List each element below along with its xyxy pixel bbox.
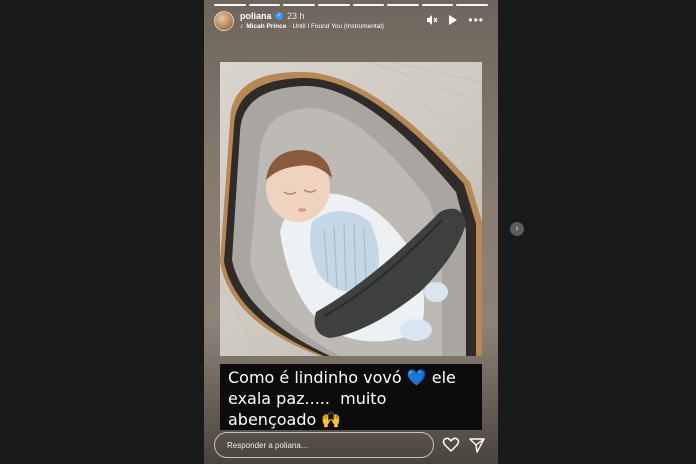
reply-bar[interactable] <box>214 432 434 458</box>
caption-line-3: abençoado 🙌 <box>228 409 474 430</box>
progress-segment <box>421 4 454 6</box>
send-paper-plane-icon[interactable] <box>468 436 486 454</box>
progress-segment <box>317 4 350 6</box>
story-header: poliana ✓ 23 h ♪ Micah Prince · Until I Fou… <box>214 9 488 33</box>
story-caption: Como é lindinho vovó 💙 ele exala paz....… <box>220 364 482 430</box>
music-separator: · <box>288 23 291 30</box>
verified-badge-icon: ✓ <box>275 12 283 20</box>
caption-line-1-text: Como é lindinho vovó <box>228 368 402 387</box>
blue-heart-emoji: 💙 <box>406 368 427 387</box>
heart-icon[interactable] <box>442 436 460 454</box>
progress-segment <box>387 4 419 6</box>
progress-segment <box>283 4 315 6</box>
caption-line-1: Como é lindinho vovó 💙 ele <box>228 367 474 388</box>
speaker-muted-icon[interactable] <box>426 14 438 29</box>
post-time: 23 h <box>287 11 305 21</box>
caption-line-3-text: abençoado <box>228 410 317 429</box>
progress-segment <box>456 4 488 6</box>
play-icon[interactable] <box>448 14 458 30</box>
music-track: Until I Found You (Instrumental) <box>292 23 384 30</box>
music-note-icon: ♪ <box>240 23 244 30</box>
progress-segment <box>352 4 385 6</box>
username[interactable]: poliana <box>240 11 272 21</box>
story-photo <box>220 62 482 356</box>
user-avatar[interactable] <box>214 11 234 31</box>
more-dots-icon[interactable]: ••• <box>468 14 484 26</box>
story-viewer: poliana ✓ 23 h ♪ Micah Prince · Until I Fou… <box>204 0 498 464</box>
story-progress-bar <box>214 4 488 6</box>
music-artist: Micah Prince <box>246 23 287 30</box>
progress-segment <box>214 4 246 6</box>
chevron-right-icon[interactable]: › <box>510 222 524 236</box>
caption-line-1-end: ele <box>431 368 456 387</box>
reply-input[interactable] <box>215 433 433 457</box>
raised-hands-emoji: 🙌 <box>321 410 342 429</box>
music-info[interactable]: ♪ Micah Prince · Until I Found You (Instrum… <box>240 23 384 30</box>
progress-segment <box>248 4 281 6</box>
caption-line-2: exala paz..... muito <box>228 389 387 408</box>
